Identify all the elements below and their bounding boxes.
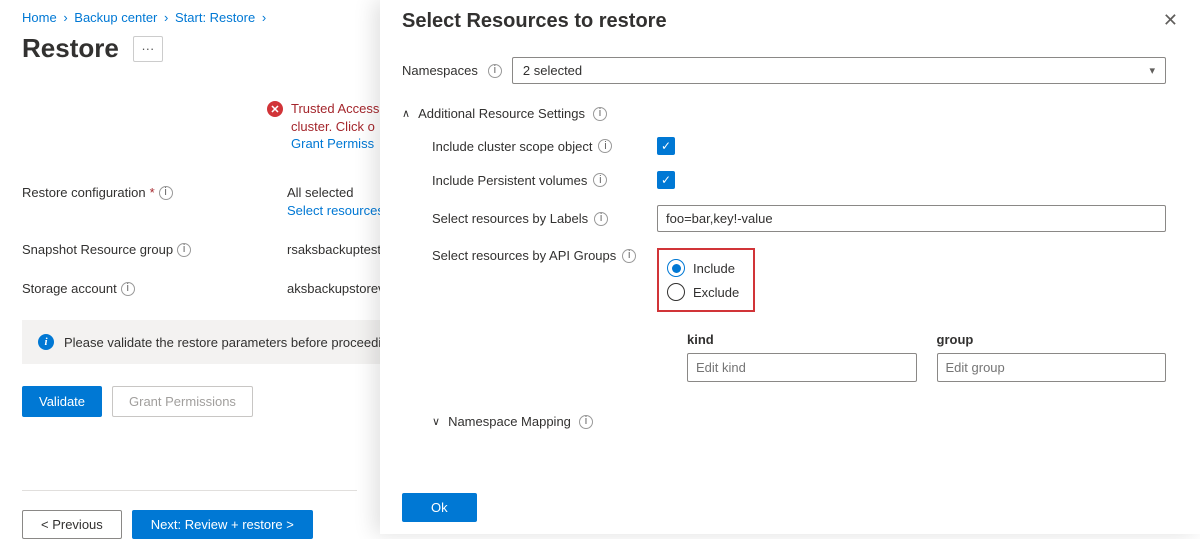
panel-title: Select Resources to restore xyxy=(402,10,667,33)
info-icon[interactable]: i xyxy=(159,186,173,200)
previous-button[interactable]: < Previous xyxy=(22,510,122,539)
error-icon: ✕ xyxy=(267,101,283,117)
apigroups-radio-group: Include Exclude xyxy=(657,248,755,312)
grant-permissions-button[interactable]: Grant Permissions xyxy=(112,386,253,417)
radio-include-label: Include xyxy=(693,261,735,276)
value-storage-acct: aksbackupstorev1 xyxy=(287,281,392,296)
bc-home[interactable]: Home xyxy=(22,10,57,25)
more-menu-button[interactable]: ··· xyxy=(133,36,163,62)
info-icon[interactable]: i xyxy=(598,139,612,153)
label-storage-acct: Storage account xyxy=(22,281,117,296)
next-review-restore-button[interactable]: Next: Review + restore > xyxy=(132,510,313,539)
include-cluster-scope-checkbox[interactable]: ✓ xyxy=(657,137,675,155)
include-pv-checkbox[interactable]: ✓ xyxy=(657,171,675,189)
ns-mapping-label: Namespace Mapping xyxy=(448,414,571,429)
label-include-pv: Include Persistent volumes xyxy=(432,173,587,188)
grant-permissions-link[interactable]: Grant Permiss xyxy=(291,136,374,151)
warning-text-2: cluster. Click o xyxy=(291,118,379,136)
chevron-right-icon: › xyxy=(262,10,266,25)
info-icon[interactable]: i xyxy=(121,282,135,296)
label-snapshot-rg: Snapshot Resource group xyxy=(22,242,173,257)
bc-start-restore[interactable]: Start: Restore xyxy=(175,10,255,25)
close-icon[interactable]: ✕ xyxy=(1163,10,1178,31)
section-title: Additional Resource Settings xyxy=(418,106,585,121)
info-icon: i xyxy=(38,334,54,350)
chevron-down-icon: ∨ xyxy=(432,415,440,428)
chevron-down-icon: ▾ xyxy=(1149,64,1155,77)
radio-exclude-label: Exclude xyxy=(693,285,739,300)
label-select-by-apigroups: Select resources by API Groups xyxy=(432,248,616,263)
radio-icon xyxy=(667,259,685,277)
page-title: Restore xyxy=(22,33,119,64)
value-snapshot-rg: rsaksbackuptest xyxy=(287,242,381,257)
group-input[interactable] xyxy=(937,353,1167,382)
info-icon[interactable]: i xyxy=(593,173,607,187)
chevron-right-icon: › xyxy=(63,10,67,25)
group-header: group xyxy=(937,332,1167,347)
chevron-right-icon: › xyxy=(164,10,168,25)
banner-text: Please validate the restore parameters b… xyxy=(64,335,396,350)
namespace-mapping-section-toggle[interactable]: ∨ Namespace Mapping i xyxy=(402,414,1166,429)
select-resources-link[interactable]: Select resources xyxy=(287,203,384,218)
namespaces-value: 2 selected xyxy=(523,63,582,78)
info-icon[interactable]: i xyxy=(594,212,608,226)
kind-input[interactable] xyxy=(687,353,917,382)
additional-settings-section-toggle[interactable]: ∧ Additional Resource Settings i xyxy=(402,106,1166,121)
info-icon[interactable]: i xyxy=(593,107,607,121)
info-icon[interactable]: i xyxy=(579,415,593,429)
required-icon: * xyxy=(150,185,155,200)
chevron-up-icon: ∧ xyxy=(402,107,410,120)
namespaces-dropdown[interactable]: 2 selected ▾ xyxy=(512,57,1166,84)
select-resources-panel: Select Resources to restore ✕ Namespaces… xyxy=(380,0,1200,534)
bc-backup-center[interactable]: Backup center xyxy=(74,10,157,25)
value-restore-config: All selected xyxy=(287,185,384,200)
labels-input[interactable] xyxy=(657,205,1166,232)
namespaces-label: Namespaces xyxy=(402,63,478,78)
info-icon[interactable]: i xyxy=(488,64,502,78)
ok-button[interactable]: Ok xyxy=(402,493,477,522)
radio-exclude[interactable]: Exclude xyxy=(667,280,739,304)
label-select-by-labels: Select resources by Labels xyxy=(432,211,588,226)
validate-button[interactable]: Validate xyxy=(22,386,102,417)
warning-text-1: Trusted Access xyxy=(291,100,379,118)
radio-include[interactable]: Include xyxy=(667,256,739,280)
radio-icon xyxy=(667,283,685,301)
info-icon[interactable]: i xyxy=(622,249,636,263)
label-restore-config: Restore configuration xyxy=(22,185,146,200)
label-include-cluster-scope: Include cluster scope object xyxy=(432,139,592,154)
info-icon[interactable]: i xyxy=(177,243,191,257)
kind-header: kind xyxy=(687,332,917,347)
